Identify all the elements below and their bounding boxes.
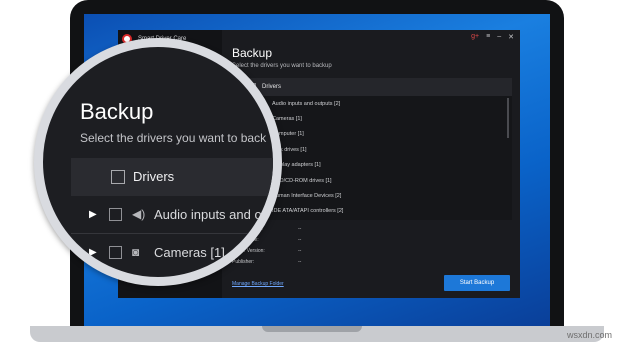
watermark: wsxdn.com <box>566 330 612 340</box>
expand-arrow-icon[interactable]: ▶ <box>89 209 101 220</box>
row-checkbox[interactable] <box>109 207 122 221</box>
magnified-item-label: Audio inputs and o <box>154 206 262 222</box>
start-backup-button[interactable]: Start Backup <box>444 275 510 291</box>
magnified-list-item[interactable]: ▶ ◙ Cameras [1] <box>71 235 273 269</box>
row-divider <box>71 233 273 234</box>
camera-icon: ◙ <box>132 245 140 259</box>
list-item[interactable]: ▶ ▣ IDE ATA/ATAPI controllers [2] <box>232 204 512 219</box>
magnified-item-label: Cameras [1] <box>154 244 225 260</box>
laptop-notch <box>262 326 362 332</box>
info-value: -- <box>298 259 302 265</box>
list-item-label: Human Interface Devices [2] <box>272 193 342 200</box>
magnified-list-header: Drivers <box>71 158 273 196</box>
magnified-title: Backup <box>80 99 154 124</box>
expand-arrow-icon[interactable]: ▶ <box>89 247 101 258</box>
list-item-label: Audio inputs and outputs [2] <box>272 100 341 107</box>
magnified-subtitle: Select the drivers you want to back <box>80 131 267 145</box>
manage-backup-folder-link[interactable]: Manage Backup Folder <box>232 281 284 287</box>
magnified-list-item[interactable]: ▶ ◀) Audio inputs and o <box>71 197 273 231</box>
row-checkbox[interactable] <box>109 245 122 259</box>
list-item[interactable]: ▶ ◀) Audio inputs and outputs [2] <box>232 96 512 111</box>
magnified-select-all-checkbox[interactable] <box>111 170 125 184</box>
speaker-icon: ◀) <box>132 207 146 221</box>
info-value: -- <box>298 237 302 243</box>
list-item-label: Cameras [1] <box>272 116 302 123</box>
drivers-list-header: Drivers <box>232 78 512 96</box>
magnified-content: Backup Select the drivers you want to ba… <box>43 47 273 277</box>
list-item-label: DVD/CD-ROM drives [1] <box>272 177 332 184</box>
info-value: -- <box>298 248 302 254</box>
magnifier-lens: Backup Select the drivers you want to ba… <box>34 38 282 286</box>
magnified-header-label: Drivers <box>133 169 175 184</box>
info-value: -- <box>298 226 302 232</box>
list-scrollbar[interactable] <box>507 98 509 138</box>
list-item-label: IDE ATA/ATAPI controllers [2] <box>272 208 344 215</box>
